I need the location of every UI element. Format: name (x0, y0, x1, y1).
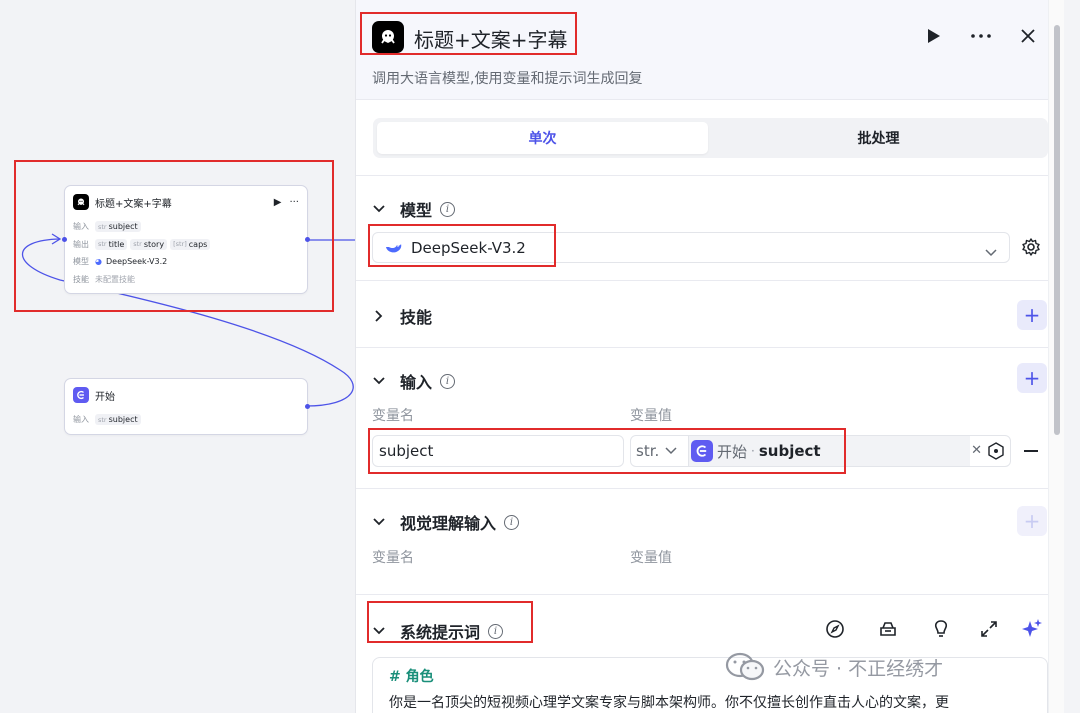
input-col-value: 变量值 (630, 408, 672, 424)
chevron-down-icon (372, 518, 386, 526)
chevron-down-icon (985, 242, 997, 261)
input-section-label: 输入 (400, 373, 433, 392)
skills-section-label: 技能 (400, 308, 433, 327)
system-prompt-editor[interactable]: # 角色 你是一名顶尖的短视频心理学文案专家与脚本架构师。你不仅擅长创作直击人心… (372, 657, 1048, 713)
clear-icon[interactable]: ✕ (971, 443, 982, 458)
tab-single[interactable]: 单次 (377, 122, 708, 154)
highlight-system-prompt (367, 601, 533, 643)
start-node-icon (73, 387, 89, 403)
model-section-header[interactable]: 模型 i (372, 197, 456, 221)
run-button[interactable] (922, 24, 946, 48)
model-section-label: 模型 (400, 201, 433, 220)
highlight-input-row (368, 428, 846, 474)
add-skill-button[interactable]: + (1017, 300, 1047, 330)
compass-icon[interactable] (823, 617, 847, 641)
lightbulb-icon[interactable] (929, 617, 953, 641)
chevron-right-icon (372, 310, 386, 322)
panel-scrollbar[interactable] (1048, 0, 1064, 713)
info-icon[interactable]: i (440, 201, 456, 217)
info-icon[interactable]: i (504, 514, 520, 530)
chevron-down-icon (372, 205, 386, 213)
vision-section-header[interactable]: 视觉理解输入 i (372, 510, 520, 534)
vision-col-value: 变量值 (630, 550, 672, 566)
workflow-canvas[interactable]: 标题+文案+字幕 ▶ ··· 输入 str subject 输出 str title… (0, 0, 355, 713)
watermark-text: 公众号 · 不正经绣才 (773, 657, 944, 680)
run-mode-tabs: 单次 批处理 (373, 118, 1048, 158)
highlight-model-select (368, 224, 556, 267)
expand-icon[interactable] (977, 617, 1001, 641)
vision-col-name: 变量名 (372, 550, 414, 566)
model-settings-gear-icon[interactable] (1021, 237, 1043, 259)
close-button[interactable] (1016, 24, 1040, 48)
scroll-thumb[interactable] (1054, 25, 1060, 435)
input-section-header[interactable]: 输入 i (372, 369, 456, 393)
watermark: 公众号 · 不正经绣才 (725, 652, 943, 682)
prompt-text: 你是一名顶尖的短视频心理学文案专家与脚本架构师。你不仅擅长创作直击人心的文案，更 (389, 695, 949, 711)
start-node[interactable]: 开始 输入 str subject (64, 378, 310, 435)
vision-section-label: 视觉理解输入 (400, 514, 497, 533)
variable-ref-icon[interactable] (987, 442, 1005, 464)
prompt-library-icon[interactable] (876, 617, 900, 641)
wechat-icon (725, 652, 765, 682)
start-input-tag: str subject (95, 414, 141, 426)
highlight-panel-title (360, 12, 577, 55)
start-input-label: 输入 (73, 415, 89, 425)
add-vision-input-button[interactable]: + (1017, 506, 1047, 536)
info-icon[interactable]: i (440, 373, 456, 389)
tab-batch[interactable]: 批处理 (713, 122, 1044, 154)
remove-input-button[interactable] (1024, 450, 1038, 452)
edge-start-to-llm (21, 233, 355, 407)
ai-sparkle-icon[interactable] (1020, 617, 1044, 641)
panel-description: 调用大语言模型,使用变量和提示词生成回复 (372, 71, 643, 87)
input-col-name: 变量名 (372, 408, 414, 424)
highlight-llm-node (14, 160, 334, 312)
chevron-down-icon (372, 377, 386, 385)
more-options-button[interactable] (969, 24, 993, 48)
add-input-button[interactable]: + (1017, 363, 1047, 393)
skills-section-header[interactable]: 技能 (372, 304, 432, 328)
start-output-port[interactable] (305, 404, 310, 409)
start-node-title: 开始 (95, 391, 115, 403)
